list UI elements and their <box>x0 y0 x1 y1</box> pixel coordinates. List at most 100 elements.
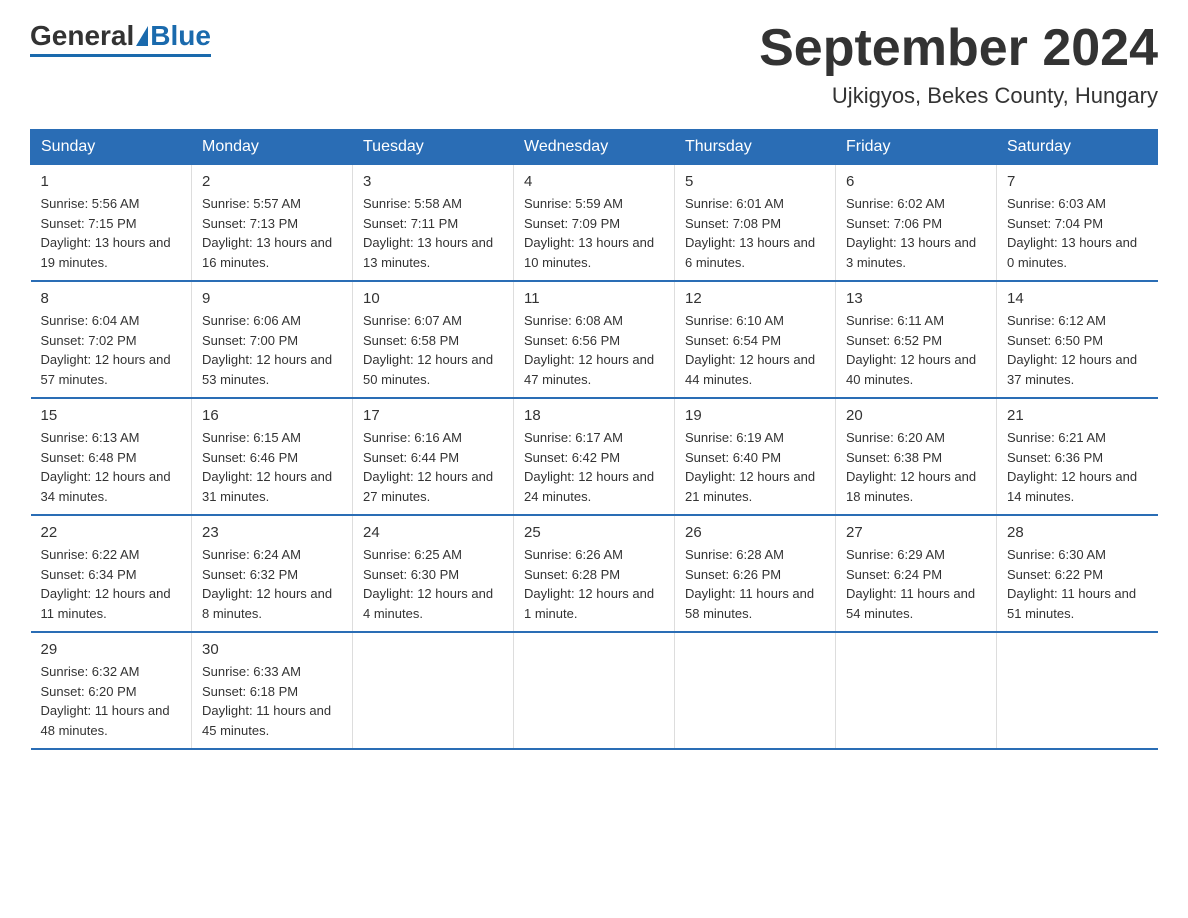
page-header: General Blue September 2024 Ujkigyos, Be… <box>30 20 1158 109</box>
day-number: 29 <box>41 641 182 658</box>
day-info: Sunrise: 6:06 AMSunset: 7:00 PMDaylight:… <box>202 311 342 389</box>
day-number: 11 <box>524 290 664 307</box>
day-number: 27 <box>846 524 986 541</box>
calendar-cell: 25 Sunrise: 6:26 AMSunset: 6:28 PMDayligh… <box>514 515 675 632</box>
logo-general-text: General <box>30 20 134 52</box>
title-area: September 2024 Ujkigyos, Bekes County, H… <box>759 20 1158 109</box>
calendar-cell: 14 Sunrise: 6:12 AMSunset: 6:50 PMDayligh… <box>997 281 1158 398</box>
day-info: Sunrise: 5:59 AMSunset: 7:09 PMDaylight:… <box>524 194 664 272</box>
day-number: 2 <box>202 173 342 190</box>
logo: General Blue <box>30 20 211 57</box>
calendar-cell: 12 Sunrise: 6:10 AMSunset: 6:54 PMDayligh… <box>675 281 836 398</box>
day-number: 21 <box>1007 407 1148 424</box>
calendar-cell: 10 Sunrise: 6:07 AMSunset: 6:58 PMDayligh… <box>353 281 514 398</box>
calendar-cell: 19 Sunrise: 6:19 AMSunset: 6:40 PMDayligh… <box>675 398 836 515</box>
day-number: 19 <box>685 407 825 424</box>
week-row-2: 8 Sunrise: 6:04 AMSunset: 7:02 PMDaylight… <box>31 281 1158 398</box>
day-info: Sunrise: 6:13 AMSunset: 6:48 PMDaylight:… <box>41 428 182 506</box>
day-info: Sunrise: 6:22 AMSunset: 6:34 PMDaylight:… <box>41 545 182 623</box>
calendar-cell: 9Sunrise: 6:06 AMSunset: 7:00 PMDaylight… <box>192 281 353 398</box>
calendar-cell: 13Sunrise: 6:11 AMSunset: 6:52 PMDayligh… <box>836 281 997 398</box>
header-saturday: Saturday <box>997 130 1158 165</box>
header-thursday: Thursday <box>675 130 836 165</box>
header-friday: Friday <box>836 130 997 165</box>
day-number: 20 <box>846 407 986 424</box>
day-number: 24 <box>363 524 503 541</box>
week-row-1: 1Sunrise: 5:56 AMSunset: 7:15 PMDaylight… <box>31 165 1158 282</box>
week-row-3: 15 Sunrise: 6:13 AMSunset: 6:48 PMDayligh… <box>31 398 1158 515</box>
header-wednesday: Wednesday <box>514 130 675 165</box>
header-tuesday: Tuesday <box>353 130 514 165</box>
day-number: 30 <box>202 641 342 658</box>
day-info: Sunrise: 6:32 AMSunset: 6:20 PMDaylight:… <box>41 662 182 740</box>
calendar-cell <box>997 632 1158 749</box>
day-info: Sunrise: 6:20 AMSunset: 6:38 PMDaylight:… <box>846 428 986 506</box>
day-info: Sunrise: 6:24 AMSunset: 6:32 PMDaylight:… <box>202 545 342 623</box>
calendar-cell: 20 Sunrise: 6:20 AMSunset: 6:38 PMDayligh… <box>836 398 997 515</box>
day-info: Sunrise: 6:17 AMSunset: 6:42 PMDaylight:… <box>524 428 664 506</box>
logo-blue-text: Blue <box>150 20 211 52</box>
day-number: 4 <box>524 173 664 190</box>
day-info: Sunrise: 6:19 AMSunset: 6:40 PMDaylight:… <box>685 428 825 506</box>
calendar-cell: 3Sunrise: 5:58 AMSunset: 7:11 PMDaylight… <box>353 165 514 282</box>
day-number: 8 <box>41 290 182 307</box>
day-info: Sunrise: 6:29 AMSunset: 6:24 PMDaylight:… <box>846 545 986 623</box>
day-info: Sunrise: 6:11 AMSunset: 6:52 PMDaylight:… <box>846 311 986 389</box>
week-row-4: 22 Sunrise: 6:22 AMSunset: 6:34 PMDayligh… <box>31 515 1158 632</box>
logo-triangle-icon <box>136 26 148 46</box>
calendar-cell: 1Sunrise: 5:56 AMSunset: 7:15 PMDaylight… <box>31 165 192 282</box>
day-info: Sunrise: 6:30 AMSunset: 6:22 PMDaylight:… <box>1007 545 1148 623</box>
calendar-cell: 26 Sunrise: 6:28 AMSunset: 6:26 PMDayligh… <box>675 515 836 632</box>
day-number: 5 <box>685 173 825 190</box>
calendar-cell: 7 Sunrise: 6:03 AMSunset: 7:04 PMDaylight… <box>997 165 1158 282</box>
day-number: 16 <box>202 407 342 424</box>
day-info: Sunrise: 6:04 AMSunset: 7:02 PMDaylight:… <box>41 311 182 389</box>
calendar-cell: 18Sunrise: 6:17 AMSunset: 6:42 PMDayligh… <box>514 398 675 515</box>
calendar-cell: 29 Sunrise: 6:32 AMSunset: 6:20 PMDayligh… <box>31 632 192 749</box>
day-info: Sunrise: 6:16 AMSunset: 6:44 PMDaylight:… <box>363 428 503 506</box>
day-number: 22 <box>41 524 182 541</box>
day-info: Sunrise: 6:25 AMSunset: 6:30 PMDaylight:… <box>363 545 503 623</box>
calendar-cell: 30 Sunrise: 6:33 AMSunset: 6:18 PMDayligh… <box>192 632 353 749</box>
day-number: 28 <box>1007 524 1148 541</box>
day-info: Sunrise: 6:08 AMSunset: 6:56 PMDaylight:… <box>524 311 664 389</box>
day-info: Sunrise: 5:58 AMSunset: 7:11 PMDaylight:… <box>363 194 503 272</box>
calendar-cell <box>675 632 836 749</box>
day-number: 12 <box>685 290 825 307</box>
day-number: 6 <box>846 173 986 190</box>
calendar-cell <box>514 632 675 749</box>
day-info: Sunrise: 6:21 AMSunset: 6:36 PMDaylight:… <box>1007 428 1148 506</box>
logo-underline <box>30 54 211 57</box>
day-info: Sunrise: 6:28 AMSunset: 6:26 PMDaylight:… <box>685 545 825 623</box>
day-info: Sunrise: 6:33 AMSunset: 6:18 PMDaylight:… <box>202 662 342 740</box>
calendar-cell: 11 Sunrise: 6:08 AMSunset: 6:56 PMDayligh… <box>514 281 675 398</box>
day-info: Sunrise: 5:56 AMSunset: 7:15 PMDaylight:… <box>41 194 182 272</box>
day-number: 7 <box>1007 173 1148 190</box>
calendar-table: SundayMondayTuesdayWednesdayThursdayFrid… <box>30 129 1158 750</box>
day-info: Sunrise: 6:07 AMSunset: 6:58 PMDaylight:… <box>363 311 503 389</box>
calendar-cell: 16Sunrise: 6:15 AMSunset: 6:46 PMDayligh… <box>192 398 353 515</box>
calendar-cell <box>836 632 997 749</box>
subtitle: Ujkigyos, Bekes County, Hungary <box>759 83 1158 109</box>
day-info: Sunrise: 6:10 AMSunset: 6:54 PMDaylight:… <box>685 311 825 389</box>
day-info: Sunrise: 6:03 AMSunset: 7:04 PMDaylight:… <box>1007 194 1148 272</box>
week-row-5: 29 Sunrise: 6:32 AMSunset: 6:20 PMDayligh… <box>31 632 1158 749</box>
day-info: Sunrise: 6:12 AMSunset: 6:50 PMDaylight:… <box>1007 311 1148 389</box>
day-number: 14 <box>1007 290 1148 307</box>
calendar-header-row: SundayMondayTuesdayWednesdayThursdayFrid… <box>31 130 1158 165</box>
day-number: 26 <box>685 524 825 541</box>
day-info: Sunrise: 6:26 AMSunset: 6:28 PMDaylight:… <box>524 545 664 623</box>
day-info: Sunrise: 5:57 AMSunset: 7:13 PMDaylight:… <box>202 194 342 272</box>
day-info: Sunrise: 6:02 AMSunset: 7:06 PMDaylight:… <box>846 194 986 272</box>
calendar-cell: 4 Sunrise: 5:59 AMSunset: 7:09 PMDaylight… <box>514 165 675 282</box>
calendar-cell: 22 Sunrise: 6:22 AMSunset: 6:34 PMDayligh… <box>31 515 192 632</box>
day-number: 25 <box>524 524 664 541</box>
calendar-cell: 17Sunrise: 6:16 AMSunset: 6:44 PMDayligh… <box>353 398 514 515</box>
calendar-cell: 24 Sunrise: 6:25 AMSunset: 6:30 PMDayligh… <box>353 515 514 632</box>
calendar-cell: 15 Sunrise: 6:13 AMSunset: 6:48 PMDayligh… <box>31 398 192 515</box>
calendar-cell: 8 Sunrise: 6:04 AMSunset: 7:02 PMDaylight… <box>31 281 192 398</box>
day-number: 15 <box>41 407 182 424</box>
main-title: September 2024 <box>759 20 1158 77</box>
calendar-cell <box>353 632 514 749</box>
day-number: 10 <box>363 290 503 307</box>
